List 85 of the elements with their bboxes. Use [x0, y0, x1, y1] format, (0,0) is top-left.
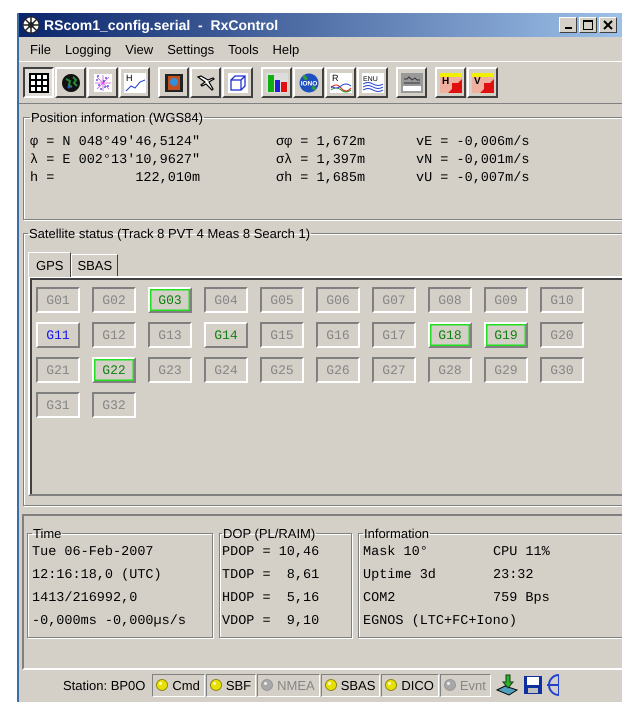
dop-value: HDOP = 5,16 — [222, 590, 320, 608]
time-value: 1413/216992,0 — [32, 590, 138, 608]
position-value: h = 122,010m — [30, 171, 202, 186]
satellite-indicator: G28 — [428, 357, 472, 383]
position-value: σφ = 1,672m — [276, 135, 366, 150]
satellite-indicator: G25 — [260, 357, 304, 383]
chart-icon: H — [440, 72, 462, 92]
indicator-label: Cmd — [172, 678, 200, 692]
dop-value: PDOP = 10,46 — [222, 544, 320, 562]
satellite-indicator: G09 — [484, 287, 528, 313]
position-value: λ = E 002°13'10,9627" — [30, 153, 202, 168]
window-title: RScom1_config.serial - RxControl — [44, 17, 278, 33]
satellite-indicator: G03 — [148, 287, 192, 313]
position-value: vE = -0,006m/s — [416, 135, 530, 150]
group-title: Position information (WGS84) — [30, 110, 204, 125]
satellite-indicator: G01 — [36, 287, 80, 313]
tab[interactable]: SBAS — [71, 254, 118, 276]
information-value: COM2 — [363, 590, 396, 608]
information-value: EGNOS (LTC+FC+Iono) — [363, 613, 517, 631]
group-title: Time — [32, 526, 62, 541]
satellite-indicator: G02 — [92, 287, 136, 313]
group-title: Information — [363, 526, 430, 541]
satellite-indicator: G05 — [260, 287, 304, 313]
satellite-indicator: G17 — [372, 322, 416, 348]
satellite-indicator: G21 — [36, 357, 80, 383]
satellite-indicator: G11 — [36, 322, 80, 348]
position-value: σh = 1,685m — [276, 171, 366, 186]
satellite-indicator: G10 — [540, 287, 584, 313]
information-value: Mask 10° — [363, 544, 429, 562]
toolbar-button[interactable]: H — [435, 67, 466, 98]
indicator-label: SBAS — [340, 678, 376, 692]
menu-item[interactable]: Settings — [160, 42, 222, 56]
satellite-indicator: G30 — [540, 357, 584, 383]
satellite-indicator: G18 — [428, 322, 472, 348]
indicator-label: DICO — [401, 678, 434, 692]
satellite-indicator: G22 — [92, 357, 136, 383]
menu-item[interactable]: Logging — [58, 42, 118, 56]
satellite-indicator: G27 — [372, 357, 416, 383]
dop-value: VDOP = 9,10 — [222, 613, 320, 631]
satellite-indicator: G31 — [36, 392, 80, 418]
satellite-indicator: G08 — [428, 287, 472, 313]
position-value: φ = N 048°49'46,5124" — [30, 135, 202, 150]
menu-item[interactable]: Tools — [221, 42, 266, 56]
indicator-label: NMEA — [277, 678, 315, 692]
satellite-indicator: G19 — [484, 322, 528, 348]
group-title: Satellite status (Track 8 PVT 4 Meas 8 Search 1) — [28, 226, 312, 241]
chart-icon: V — [472, 72, 494, 92]
dop-value: TDOP = 8,61 — [222, 567, 320, 585]
information-value: CPU 11% — [493, 544, 550, 562]
satellite-indicator: G20 — [540, 322, 584, 348]
information-value: 23:32 — [493, 567, 534, 585]
satellite-indicator: G32 — [92, 392, 136, 418]
tab[interactable]: GPS — [28, 252, 72, 277]
position-value: vN = -0,001m/s — [416, 153, 530, 168]
time-value: 12:16:18,0 (UTC) — [32, 567, 163, 585]
time-value: Tue 06-Feb-2007 — [32, 544, 155, 562]
toolbar-button[interactable]: H — [119, 67, 150, 98]
satellite-indicator: G16 — [316, 322, 360, 348]
satellite-indicator: G07 — [372, 287, 416, 313]
indicator-label: Evnt — [460, 678, 486, 692]
toolbar-button[interactable]: R — [325, 67, 356, 98]
satellite-indicator: G24 — [204, 357, 248, 383]
line-chart-icon: H — [124, 72, 146, 92]
satellite-indicator: G15 — [260, 322, 304, 348]
position-value: σλ = 1,397m — [276, 153, 366, 168]
menu-item[interactable]: Help — [266, 42, 306, 56]
indicator-label: SBF — [226, 678, 252, 692]
position-value: vU = -0,007m/s — [416, 171, 530, 186]
information-value: Uptime 3d — [363, 567, 437, 585]
satellite-indicator: G26 — [316, 357, 360, 383]
satellite-indicator: G12 — [92, 322, 136, 348]
toolbar-button[interactable]: V — [467, 67, 498, 98]
satellite-indicator: G13 — [148, 322, 192, 348]
satellite-indicator: G06 — [316, 287, 360, 313]
information-value: 759 Bps — [493, 590, 550, 608]
satellite-indicator: G14 — [204, 322, 248, 348]
menu-item[interactable]: View — [118, 42, 160, 56]
satellite-indicator: G29 — [484, 357, 528, 383]
group-title: DOP (PL/RAIM) — [222, 526, 316, 541]
satellite-indicator: G04 — [204, 287, 248, 313]
station-label: Station: BP0O — [63, 678, 146, 692]
line-chart-icon: R — [330, 72, 352, 92]
time-value: -0,000ms -0,000µs/s — [32, 613, 187, 631]
satellite-indicator: G23 — [148, 357, 192, 383]
menu-item[interactable]: File — [23, 42, 58, 56]
